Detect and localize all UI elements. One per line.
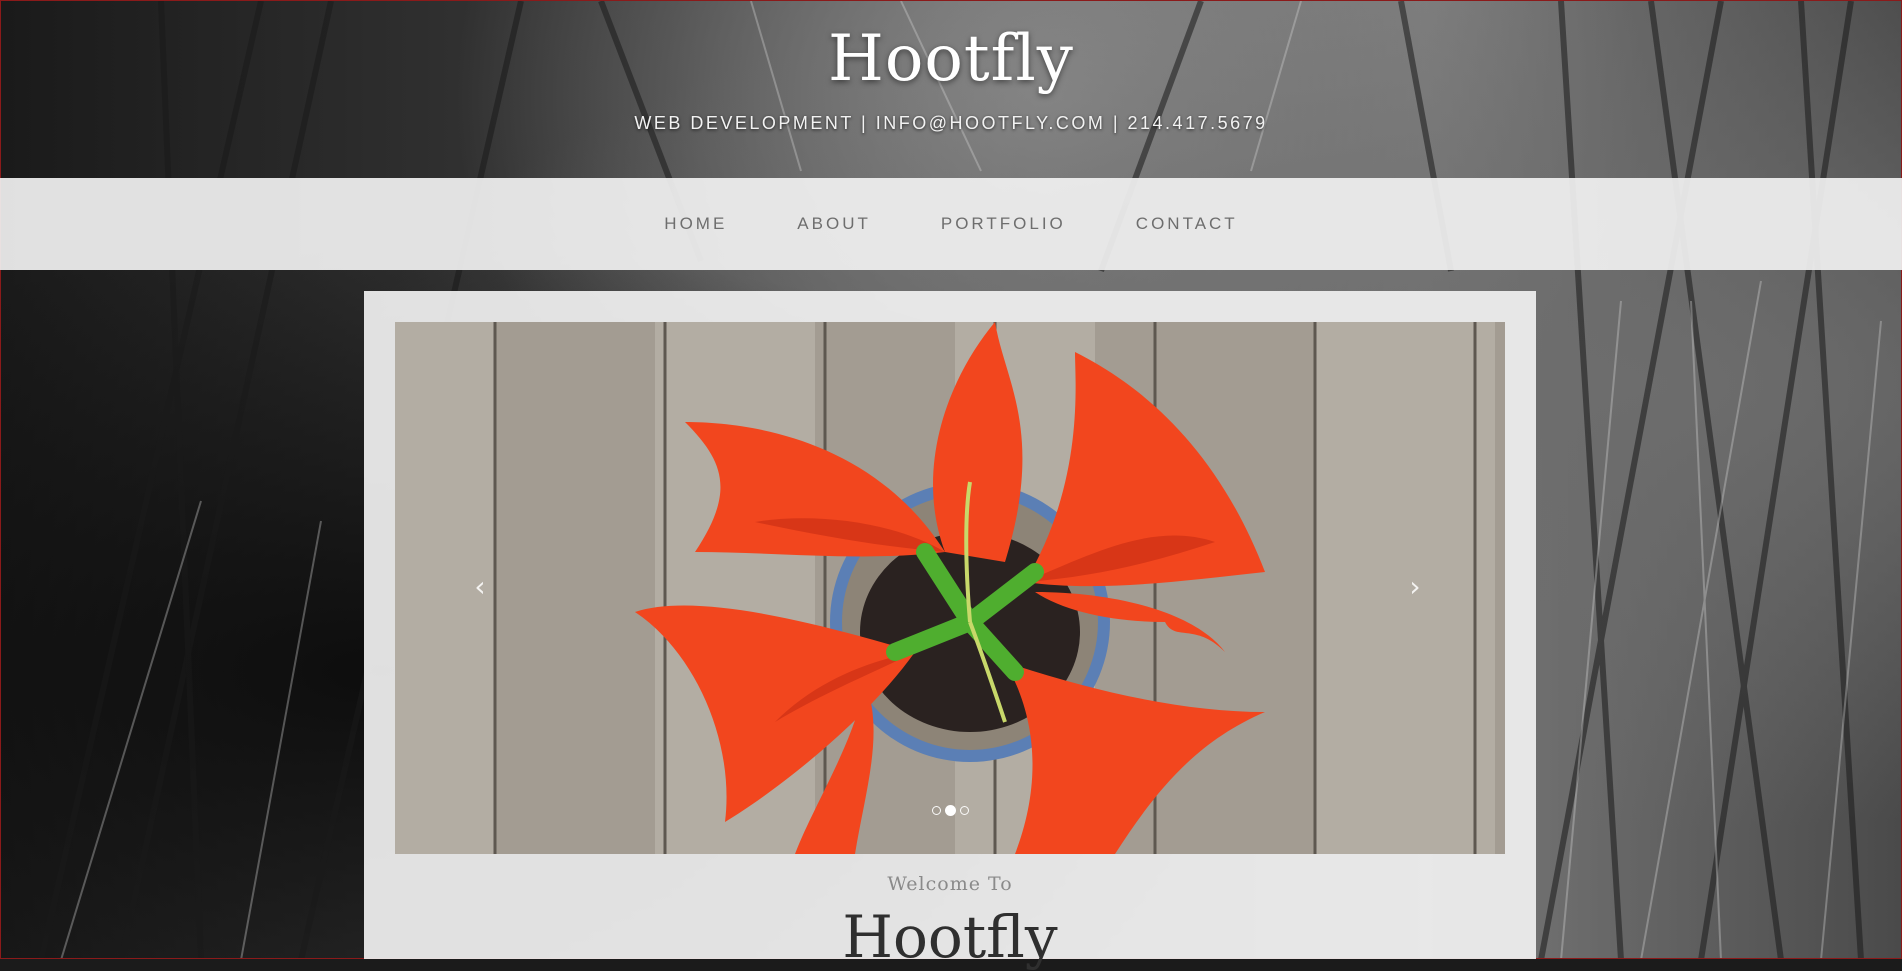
- site-title[interactable]: Hootfly: [0, 22, 1902, 96]
- welcome-text: Welcome To: [887, 873, 1013, 895]
- site-tagline: WEB DEVELOPMENT | INFO@HOOTFLY.COM | 214…: [634, 113, 1268, 133]
- slider-next-button[interactable]: ›: [1400, 567, 1430, 607]
- main-nav: HOME ABOUT PORTFOLIO CONTACT: [0, 178, 1902, 270]
- nav-item-home[interactable]: HOME: [664, 214, 727, 234]
- site-header: Hootfly WEB DEVELOPMENT | INFO@HOOTFLY.C…: [0, 0, 1902, 178]
- content-panel: ‹ › Welcome To Hootfly: [364, 291, 1536, 971]
- welcome-title: Hootfly: [842, 903, 1058, 971]
- nav-item-contact[interactable]: CONTACT: [1136, 214, 1238, 234]
- slide-image: [395, 322, 1505, 854]
- slider-prev-button[interactable]: ‹: [465, 567, 495, 607]
- nav-item-about[interactable]: ABOUT: [797, 214, 871, 234]
- nav-item-portfolio[interactable]: PORTFOLIO: [941, 214, 1066, 234]
- slider-pagination: [395, 805, 1505, 816]
- image-slider[interactable]: ‹ ›: [395, 322, 1505, 854]
- slider-dot-3[interactable]: [959, 806, 969, 815]
- slider-dot-1[interactable]: [931, 806, 941, 815]
- slider-dot-2[interactable]: [944, 805, 956, 816]
